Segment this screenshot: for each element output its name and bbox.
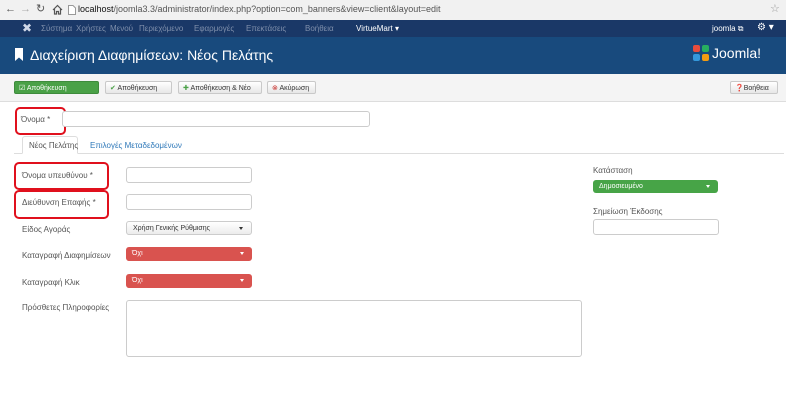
cancel-icon: ⊗ <box>272 85 278 92</box>
page-icon <box>68 5 76 15</box>
back-arrow-icon[interactable]: ← <box>5 3 16 16</box>
menu-extensions[interactable]: Επεκτάσεις <box>246 23 286 34</box>
version-note-label: Σημείωση Έκδοσης <box>593 207 663 216</box>
save-button[interactable]: ☑ Αποθήκευση <box>14 81 99 94</box>
chevron-down-icon <box>239 227 243 230</box>
status-select[interactable]: Δημοσιευμένο <box>593 180 718 193</box>
contact-email-highlight <box>14 190 109 219</box>
extra-info-label: Πρόσθετες Πληροφορίες <box>22 303 110 312</box>
tabs-divider <box>14 153 784 154</box>
tab-new-client[interactable]: Νέος Πελάτης <box>22 136 78 154</box>
track-clicks-label: Καταγραφή Κλικ <box>22 278 80 287</box>
cancel-button[interactable]: ⊗ Ακύρωση <box>267 81 316 94</box>
chevron-down-icon <box>706 185 710 188</box>
joomla-logo-icon <box>693 45 709 61</box>
save-icon: ☑ <box>19 85 26 92</box>
track-clicks-select[interactable]: Όχι <box>126 274 252 288</box>
save-new-button[interactable]: ✚ Αποθήκευση & Νέο <box>178 81 262 94</box>
menu-menus[interactable]: Μενού <box>110 23 133 34</box>
menu-system[interactable]: Σύστημα <box>41 23 72 34</box>
check-icon: ✔ <box>110 85 116 92</box>
menu-help[interactable]: Βοήθεια <box>305 23 334 34</box>
star-icon[interactable]: ☆ <box>770 3 780 16</box>
reload-icon[interactable]: ↻ <box>36 3 45 16</box>
status-label: Κατάσταση <box>593 166 633 175</box>
help-button[interactable]: ❓Βοήθεια <box>730 81 778 94</box>
track-impressions-label: Καταγραφή Διαφημίσεων <box>22 251 111 260</box>
joomla-x-icon[interactable]: ✖ <box>22 21 32 35</box>
purchase-type-label: Είδος Αγοράς <box>22 225 71 234</box>
purchase-type-select[interactable]: Χρήση Γενικής Ρύθμισης <box>126 221 252 235</box>
chevron-down-icon <box>240 279 244 282</box>
extra-info-textarea[interactable] <box>126 300 582 357</box>
menu-content[interactable]: Περιεχόμενο <box>139 23 183 34</box>
menu-virtuemart[interactable]: VirtueMart ▾ <box>356 23 399 34</box>
forward-arrow-icon[interactable]: → <box>20 3 31 16</box>
name-label-highlight <box>15 107 66 135</box>
question-icon: ❓ <box>735 85 744 92</box>
user-menu[interactable]: joomla ⧉ <box>712 23 744 34</box>
chevron-down-icon <box>240 252 244 255</box>
contact-name-input[interactable] <box>126 167 252 183</box>
menu-components[interactable]: Εφαρμογές <box>194 23 234 34</box>
page-title: Διαχείριση Διαφημίσεων: Νέος Πελάτης <box>30 47 274 63</box>
contact-name-highlight <box>14 162 109 190</box>
name-input[interactable] <box>62 111 370 127</box>
contact-email-input[interactable] <box>126 194 252 210</box>
url-host: localhost <box>78 4 114 14</box>
joomla-brand: Joomla! <box>712 45 762 61</box>
plus-icon: ✚ <box>183 85 189 92</box>
gear-icon[interactable]: ⚙ ▾ <box>757 21 774 34</box>
track-impressions-select[interactable]: Όχι <box>126 247 252 261</box>
tab-metadata-options[interactable]: Επιλογές Μεταδεδομένων <box>90 140 182 151</box>
save-close-button[interactable]: ✔ Αποθήκευση <box>105 81 172 94</box>
menu-users[interactable]: Χρήστες <box>76 23 106 34</box>
home-icon[interactable] <box>52 4 63 15</box>
bookmark-icon <box>15 48 23 61</box>
url-path: /joomla3.3/administrator/index.php?optio… <box>113 4 441 14</box>
version-note-input[interactable] <box>593 219 719 235</box>
address-bar[interactable]: localhost/joomla3.3/administrator/index.… <box>78 3 770 16</box>
